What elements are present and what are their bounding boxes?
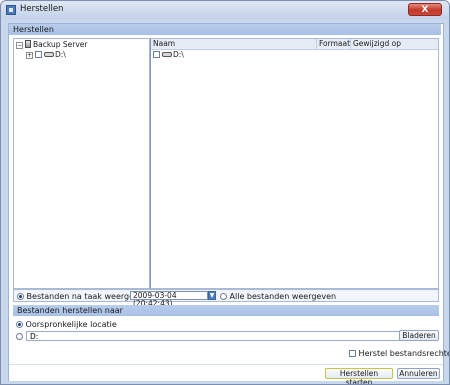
hard-drive-icon xyxy=(44,52,54,57)
cancel-button[interactable]: Annuleren xyxy=(397,368,440,379)
file-row-checkbox[interactable] xyxy=(153,51,160,58)
radio-label: Oorspronkelijke locatie xyxy=(25,320,117,329)
tree-node-label: Backup Server xyxy=(33,40,88,49)
column-header-size[interactable]: Formaat xyxy=(317,39,351,49)
window-title: Herstellen xyxy=(20,4,64,14)
column-header-name[interactable]: Naam xyxy=(151,39,317,49)
checkbox-label: Herstel bestandsrechten xyxy=(358,349,450,358)
radio-original-location[interactable]: Oorspronkelijke locatie xyxy=(16,320,117,329)
server-icon xyxy=(25,40,31,48)
radio-files-by-job[interactable]: Bestanden na taak weergeven xyxy=(17,292,149,301)
tree-node-checkbox[interactable] xyxy=(35,51,42,58)
filter-bar: Bestanden na taak weergeven 2009-03-04 (… xyxy=(13,289,439,308)
tree-node-backup-server[interactable]: − Backup Server xyxy=(16,40,87,50)
restore-permissions-checkbox[interactable] xyxy=(349,350,356,357)
file-row-name: D:\ xyxy=(173,50,184,59)
close-icon: X xyxy=(421,5,429,15)
dialog-body: Herstellen − Backup Server + D:\ Naam Form… xyxy=(8,23,449,384)
start-restore-button[interactable]: Herstellen starten xyxy=(325,368,393,384)
column-header-modified[interactable]: Gewijzigd op xyxy=(351,39,438,49)
radio-button[interactable] xyxy=(220,293,227,300)
tree-node-label: D:\ xyxy=(55,50,66,59)
collapse-icon[interactable]: − xyxy=(16,42,23,49)
radio-button-selected[interactable] xyxy=(16,321,23,328)
destination-path-input[interactable] xyxy=(26,331,400,341)
job-date-select[interactable]: 2009-03-04 (20:42:43) xyxy=(130,291,208,308)
file-list-header: Naam Formaat Gewijzigd op xyxy=(151,39,438,50)
radio-button-selected[interactable] xyxy=(17,293,24,300)
section-header-restore: Herstellen xyxy=(9,24,441,35)
radio-button[interactable] xyxy=(16,333,23,340)
title-bar[interactable]: Herstellen X xyxy=(1,1,449,19)
section-header-destination: Bestanden herstellen naar xyxy=(13,305,439,316)
radio-custom-location[interactable] xyxy=(16,332,23,341)
radio-all-files[interactable]: Alle bestanden weergeven xyxy=(220,292,336,301)
file-row[interactable]: D:\ xyxy=(153,50,184,60)
expand-icon[interactable]: + xyxy=(26,52,33,59)
browse-button[interactable]: Bladeren xyxy=(399,330,439,341)
action-bar: Herstellen starten Annuleren xyxy=(9,364,443,384)
app-window-icon xyxy=(6,5,16,15)
file-list[interactable]: Naam Formaat Gewijzigd op D:\ xyxy=(150,38,439,289)
restore-window: Herstellen X Herstellen − Backup Server +… xyxy=(0,0,450,385)
radio-label: Alle bestanden weergeven xyxy=(229,292,337,301)
backup-tree[interactable]: − Backup Server + D:\ xyxy=(13,38,150,289)
chevron-down-icon[interactable]: ▼ xyxy=(208,291,216,300)
tree-node-drive-d[interactable]: + D:\ xyxy=(26,50,66,60)
hard-drive-icon xyxy=(162,52,172,57)
restore-permissions-option[interactable]: Herstel bestandsrechten xyxy=(349,349,450,358)
close-button[interactable]: X xyxy=(408,3,442,16)
